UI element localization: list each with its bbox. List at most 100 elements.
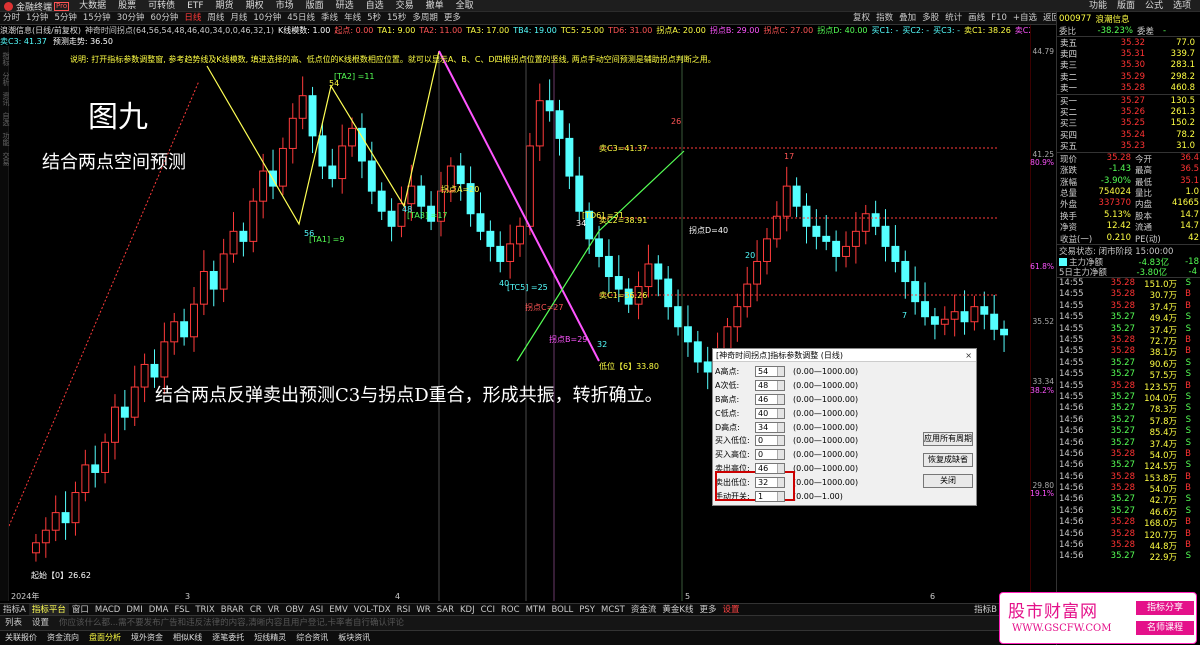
indicator-tab[interactable]: CR [247,604,265,616]
menu-item[interactable]: 大数据 [73,0,112,12]
toolbar-button[interactable]: 多股 [919,12,942,25]
close-icon[interactable]: × [965,349,976,361]
nav-item[interactable]: 逐笔委托 [207,631,249,645]
indicator-tab[interactable]: SAR [434,604,457,616]
nav-item[interactable]: 关联报价 [0,631,42,645]
nav-item[interactable]: 盘面分析 [84,631,126,645]
menu-item[interactable]: 版面 [300,0,330,12]
menu-item[interactable]: 期货 [210,0,240,12]
indicator-tab[interactable]: PSY [576,604,598,616]
period-tab[interactable]: 更多 [441,12,464,25]
indicator-tab[interactable]: FSL [171,604,192,616]
indicator-tab[interactable]: CCI [478,604,498,616]
period-tab[interactable]: 45日线 [284,12,318,25]
indicator-tab[interactable]: KDJ [457,604,478,616]
menu-right-item[interactable]: 功能 [1084,0,1112,12]
indicator-tab[interactable]: BRAR [218,604,247,616]
indicator-tab[interactable]: ASI [307,604,327,616]
indicator-tab[interactable]: OBV [282,604,306,616]
period-tab[interactable]: 60分钟 [148,12,182,25]
menu-item[interactable]: 研选 [330,0,360,12]
period-tab[interactable]: 15秒 [384,12,409,25]
indicator-tab[interactable]: MTM [523,604,549,616]
param-input[interactable]: 48 [755,380,785,392]
period-tab[interactable]: 周线 [204,12,227,25]
indicator-title[interactable]: 神奇时间拐点(64,56,54,48,46,40,34,0,0,46,32,1) [85,26,274,35]
menu-right-item[interactable]: 选项 [1168,0,1196,12]
period-tab[interactable]: 日线 [181,12,204,25]
menu-item[interactable]: 可转债 [142,0,181,12]
toolbar-button[interactable]: 指数 [873,12,896,25]
period-tab[interactable]: 5分钟 [51,12,79,25]
indicator-tab[interactable]: BOLL [548,604,576,616]
menu-item[interactable]: 全取 [450,0,480,12]
period-tab[interactable]: 多周期 [409,12,441,25]
toolbar-button[interactable]: 叠加 [896,12,919,25]
period-tab[interactable]: 1分钟 [23,12,51,25]
indicator-tab[interactable]: WR [413,604,433,616]
comment-hint[interactable]: 你应该什么都...需不要发布广告和违反法律的内容,清晰内容且用户登记,卡率者自行… [54,616,409,631]
watermark-tag-indicators[interactable]: 指标分享 [1136,601,1194,615]
settings-button[interactable]: 设置 [27,616,54,631]
menu-item[interactable]: 市场 [270,0,300,12]
param-input[interactable]: 0 [755,449,785,461]
nav-item[interactable]: 板块资讯 [333,631,375,645]
list-button[interactable]: 列表 [0,616,27,631]
indicator-tab[interactable]: MACD [92,604,123,616]
indicator-tab[interactable]: VR [265,604,283,616]
param-input[interactable]: 46 [755,393,785,405]
param-input[interactable]: 32 [755,476,785,488]
indicator-tab[interactable]: DMI [123,604,145,616]
param-input[interactable]: 0 [755,435,785,447]
menu-item[interactable]: 撤单 [420,0,450,12]
indicator-tab[interactable]: EMV [326,604,351,616]
param-input[interactable]: 1 [755,490,785,502]
indicator-tab[interactable]: 黄金K线 [659,604,696,616]
indicator-tab[interactable]: 窗口 [69,604,92,616]
dialog-titlebar[interactable]: [神奇时间拐点]指标参数调整 (日线) × [713,349,976,362]
indicator-tab[interactable]: TRIX [192,604,217,616]
param-input[interactable]: 34 [755,421,785,433]
indicator-tab[interactable]: MCST [598,604,628,616]
param-input[interactable]: 40 [755,407,785,419]
indicator-tab[interactable]: VOL-TDX [351,604,394,616]
indicator-tab[interactable]: 更多 [696,604,719,616]
menu-item[interactable]: 期权 [240,0,270,12]
menu-item[interactable]: 股票 [112,0,142,12]
menu-item[interactable]: 自选 [360,0,390,12]
period-tab[interactable]: 月线 [227,12,250,25]
indicator-tab[interactable]: ROC [498,604,523,616]
period-tab[interactable]: 15分钟 [80,12,114,25]
period-tab[interactable]: 季线 [318,12,341,25]
nav-item[interactable]: 短线精灵 [249,631,291,645]
indicator-tab[interactable]: 指标平台 [28,603,69,616]
toolbar-button[interactable]: 画线 [965,12,988,25]
toolbar-button[interactable]: F10 [988,12,1010,25]
indicator-tab[interactable]: 设置 [719,604,742,616]
menu-right-item[interactable]: 版面 [1112,0,1140,12]
toolbar-button[interactable]: 复权 [850,12,873,25]
nav-item[interactable]: 相似K线 [168,631,207,645]
nav-item[interactable]: 综合资讯 [291,631,333,645]
watermark-tag-courses[interactable]: 名师课程 [1136,621,1194,635]
toolbar-button[interactable]: +自选 [1010,12,1040,25]
toolbar-button[interactable]: 统计 [942,12,965,25]
period-tab[interactable]: 10分钟 [250,12,284,25]
period-tab[interactable]: 30分钟 [114,12,148,25]
param-input[interactable]: 54 [755,366,785,378]
nav-item[interactable]: 境外资金 [126,631,168,645]
nav-item[interactable]: 资金流向 [42,631,84,645]
period-tab[interactable]: 5秒 [364,12,384,25]
indicator-tab[interactable]: DMA [146,604,172,616]
indicator-b-tab[interactable]: 指标B [971,604,1000,616]
indicator-tab[interactable]: 资金流 [628,604,660,616]
period-tab[interactable]: 年线 [341,12,364,25]
apply-all-button[interactable]: 应用所有周期 [923,432,973,446]
menu-item[interactable]: 交易 [390,0,420,12]
indicator-tab[interactable]: RSI [394,604,414,616]
restore-default-button[interactable]: 恢复成缺省 [923,453,973,467]
kline-chart[interactable]: [TA1] =9 [TA2] =11 [TA3] =17 [TC5] =25 [TD6]… [9,46,1030,601]
menu-right-item[interactable]: 公式 [1140,0,1168,12]
menu-item[interactable]: ETF [181,0,209,12]
period-tab[interactable]: 分时 [0,12,23,25]
